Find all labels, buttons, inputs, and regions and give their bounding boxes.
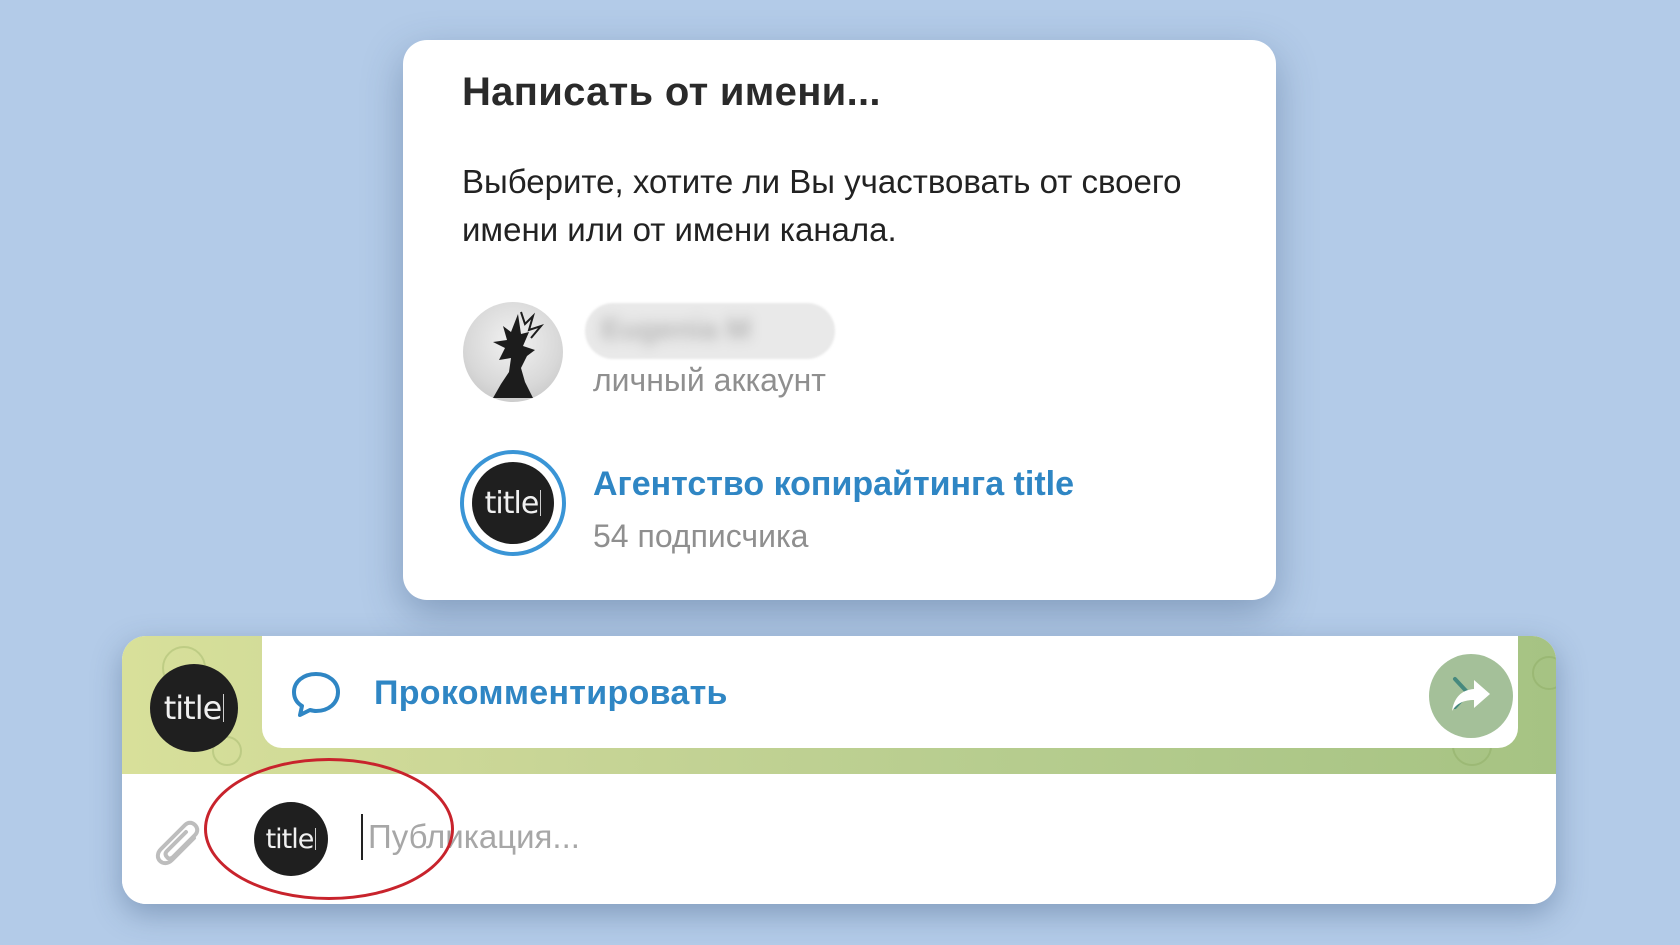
option-personal-account[interactable]: Eugenia M личный аккаунт — [460, 302, 1220, 406]
share-button[interactable] — [1429, 654, 1513, 738]
title-logo-icon: title — [472, 462, 554, 544]
message-input-row: title — [122, 774, 1556, 904]
profile-photo-avatar — [463, 302, 563, 402]
dialog-title: Написать от имени... — [462, 70, 881, 114]
send-as-avatar-button[interactable]: title — [254, 802, 328, 876]
comment-label: Прокомментировать — [374, 674, 728, 712]
personal-subtitle: личный аккаунт — [593, 362, 826, 398]
channel-name: Агентство копирайтинга title — [593, 465, 1074, 503]
chat-panel: title Прокомментировать title — [122, 636, 1556, 904]
send-as-dialog: Написать от имени... Выберите, хотите ли… — [403, 40, 1276, 600]
channel-subtitle: 54 подписчика — [593, 518, 809, 554]
share-arrow-icon — [1452, 680, 1490, 711]
channel-avatar[interactable]: title — [150, 664, 238, 752]
option-channel[interactable]: title Агентство копирайтинга title 54 по… — [460, 450, 1220, 556]
personal-name-blurred: Eugenia M — [585, 303, 835, 359]
channel-avatar-selected: title — [460, 450, 566, 556]
comment-button[interactable]: Прокомментировать — [262, 636, 1518, 748]
dialog-description: Выберите, хотите ли Вы участвовать от св… — [462, 163, 1182, 248]
message-input[interactable] — [366, 806, 1270, 868]
paperclip-icon[interactable] — [150, 814, 204, 868]
text-caret — [361, 814, 363, 860]
speech-bubble-icon — [292, 672, 340, 717]
